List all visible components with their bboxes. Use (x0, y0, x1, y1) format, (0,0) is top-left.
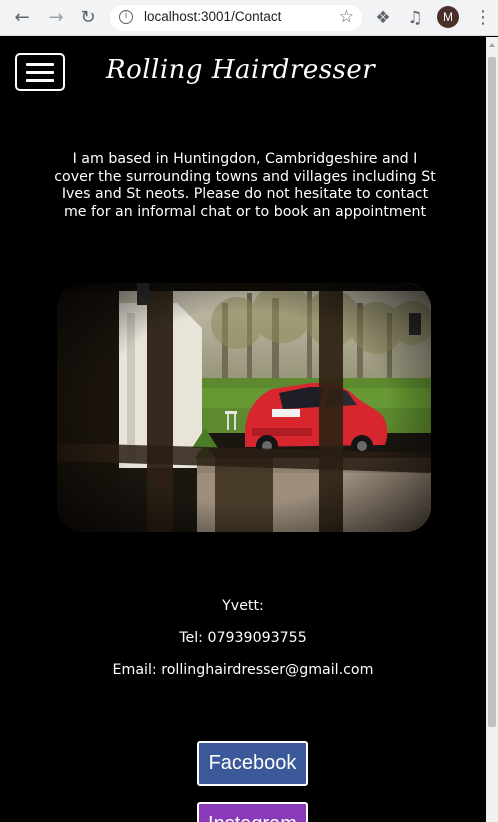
site-info-icon[interactable]: i (119, 10, 133, 24)
bookmark-star-icon[interactable]: ☆ (339, 7, 354, 27)
extensions-icon[interactable]: ❖ (372, 7, 394, 29)
scrollbar-thumb[interactable] (488, 57, 496, 727)
profile-avatar[interactable]: M (437, 6, 459, 28)
browser-toolbar: ← → ↻ i localhost:3001/Contact ☆ ❖ ♫ M ⋮ (0, 0, 498, 36)
page-scrollbar[interactable] (486, 37, 498, 822)
back-icon[interactable]: ← (11, 7, 33, 29)
url-text[interactable]: localhost:3001/Contact (144, 9, 281, 24)
address-bar[interactable]: i localhost:3001/Contact ☆ (110, 5, 362, 31)
facebook-button[interactable]: Facebook (197, 741, 308, 786)
hamburger-icon-bar (26, 79, 54, 82)
instagram-button[interactable]: Instagram (197, 802, 308, 822)
hamburger-icon (26, 63, 54, 66)
forward-icon[interactable]: → (45, 7, 67, 29)
browser-menu-icon[interactable]: ⋮ (474, 7, 492, 29)
page-content: Rolling Hairdresser I am based in Huntin… (0, 37, 486, 822)
hamburger-menu-button[interactable] (15, 53, 65, 91)
salon-van-photo (57, 283, 431, 532)
media-control-icon[interactable]: ♫ (404, 7, 426, 29)
brand-logo-text[interactable]: Rolling Hairdresser (106, 55, 375, 85)
reload-icon[interactable]: ↻ (77, 7, 99, 29)
contact-name: Yvett: (222, 598, 264, 614)
hamburger-icon-bar (26, 71, 54, 74)
contact-phone: Tel: 07939093755 (179, 630, 307, 646)
contact-email: Email: rollinghairdresser@gmail.com (112, 662, 374, 678)
scroll-up-arrow-icon[interactable] (489, 43, 495, 47)
intro-paragraph: I am based in Huntingdon, Cambridgeshire… (54, 151, 436, 220)
